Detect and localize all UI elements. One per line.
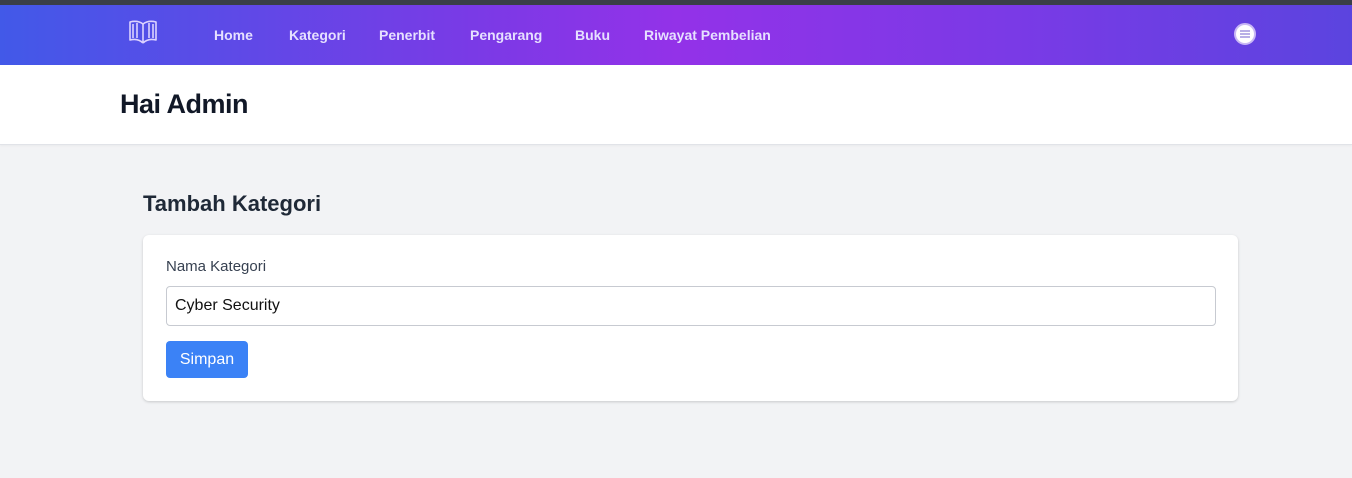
page-title: Hai Admin <box>120 89 249 119</box>
open-book-icon[interactable] <box>127 18 159 46</box>
form-title: Tambah Kategori <box>143 191 322 216</box>
nav-link-penerbit[interactable]: Penerbit <box>379 27 435 43</box>
page-header: Hai Admin <box>0 65 1352 145</box>
nav-link-buku[interactable]: Buku <box>575 27 610 43</box>
nav-link-kategori[interactable]: Kategori <box>289 27 346 43</box>
top-navbar: Home Kategori Penerbit Pengarang Buku Ri… <box>0 5 1352 65</box>
nav-link-riwayat-pembelian[interactable]: Riwayat Pembelian <box>644 27 771 43</box>
add-category-form: Nama Kategori Simpan <box>143 235 1238 401</box>
hamburger-menu-icon[interactable] <box>1234 23 1256 45</box>
nav-link-pengarang[interactable]: Pengarang <box>470 27 542 43</box>
save-button[interactable]: Simpan <box>166 341 248 378</box>
nav-link-home[interactable]: Home <box>214 27 253 43</box>
category-name-label: Nama Kategori <box>166 258 267 275</box>
category-name-input[interactable] <box>166 286 1216 326</box>
